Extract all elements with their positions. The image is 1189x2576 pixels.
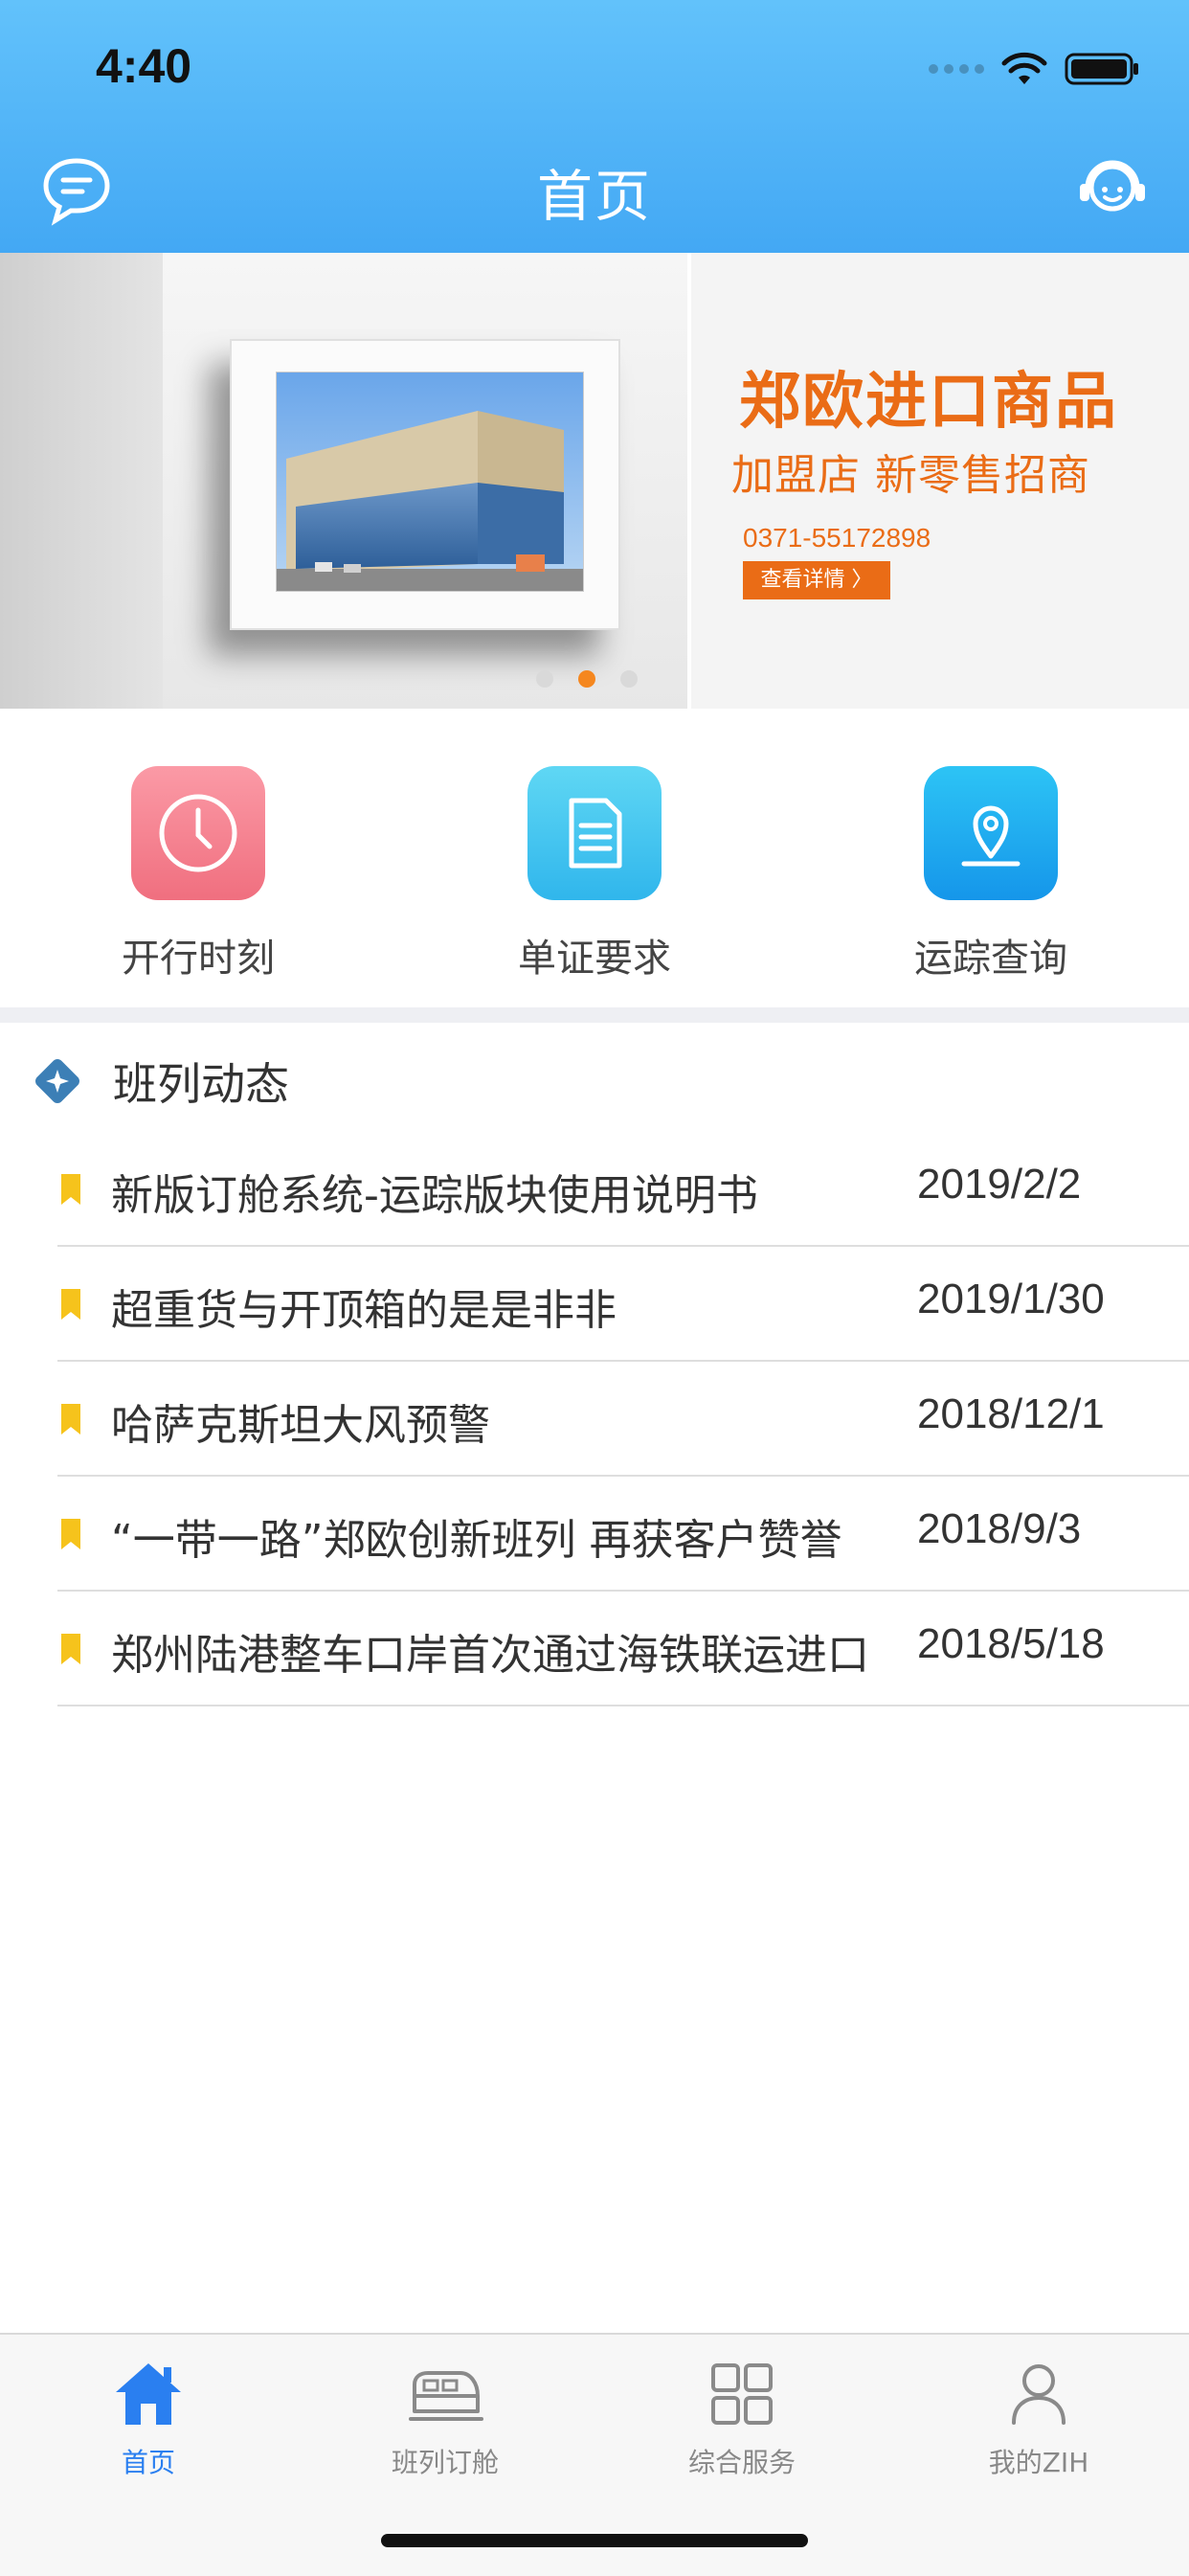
bookmark-icon	[61, 1174, 80, 1205]
carousel-indicator[interactable]	[536, 670, 638, 688]
grid-icon	[594, 2358, 890, 2430]
quick-action-tracking[interactable]: 运踪查询	[847, 766, 1134, 983]
user-icon	[890, 2358, 1187, 2430]
bookmark-icon	[61, 1634, 80, 1664]
carousel-dot[interactable]	[620, 670, 638, 688]
news-header: 班列动态	[29, 1050, 289, 1113]
tab-label: 我的ZIH	[988, 2447, 1089, 2478]
wifi-icon	[1001, 52, 1047, 84]
news-date: 2019/2/2	[917, 1161, 1082, 1208]
tab-profile[interactable]: 我的ZIH	[890, 2358, 1187, 2480]
bookmark-icon	[61, 1289, 80, 1320]
quick-action-label: 运踪查询	[914, 937, 1067, 981]
building-image	[276, 372, 584, 592]
tab-train-booking[interactable]: 班列订舱	[297, 2358, 594, 2480]
quick-actions: 开行时刻 单证要求 运踪查询	[0, 709, 1189, 1007]
news-title: 新版订舱系统-运踪版块使用说明书	[111, 1171, 758, 1220]
quick-action-label: 单证要求	[518, 937, 671, 981]
customer-service-icon[interactable]	[1074, 151, 1151, 228]
document-icon	[527, 766, 662, 900]
home-indicator[interactable]	[381, 2534, 808, 2547]
news-item[interactable]: 新版订舱系统-运踪版块使用说明书 2019/2/2	[0, 1132, 1189, 1247]
tab-label: 首页	[121, 2447, 175, 2478]
news-date: 2019/1/30	[917, 1276, 1105, 1322]
news-item[interactable]: 哈萨克斯坦大风预警 2018/12/1	[0, 1362, 1189, 1477]
tab-label: 综合服务	[687, 2447, 796, 2478]
banner-title: 郑欧进口商品	[739, 367, 1118, 438]
promo-banner[interactable]: 郑欧进口商品 加盟店 新零售招商 0371-55172898 查看详情 〉	[0, 253, 1189, 709]
news-date: 2018/9/3	[917, 1505, 1082, 1552]
news-item[interactable]: 超重货与开顶箱的是是非非 2019/1/30	[0, 1247, 1189, 1362]
cellular-signal-icon	[929, 64, 984, 74]
carousel-dot-active[interactable]	[578, 670, 595, 688]
bookmark-icon	[61, 1519, 80, 1549]
quick-action-schedule[interactable]: 开行时刻	[55, 766, 342, 983]
tab-label: 班列订舱	[391, 2447, 499, 2478]
tab-home[interactable]: 首页	[0, 2358, 297, 2480]
news-title: 郑州陆港整车口岸首次通过海铁联运进口	[111, 1631, 869, 1680]
news-item[interactable]: “一带一路”郑欧创新班列 再获客户赞誉 2018/9/3	[0, 1477, 1189, 1592]
news-date: 2018/5/18	[917, 1620, 1105, 1667]
quick-action-documents[interactable]: 单证要求	[451, 766, 738, 983]
news-section-title: 班列动态	[113, 1058, 289, 1110]
quick-action-label: 开行时刻	[122, 937, 275, 981]
home-icon	[0, 2358, 297, 2430]
section-divider	[0, 1007, 1189, 1023]
news-title: “一带一路”郑欧创新班列 再获客户赞誉	[111, 1516, 842, 1565]
banner-details-button[interactable]: 查看详情 〉	[743, 561, 890, 599]
status-indicators	[929, 52, 1141, 86]
bookmark-icon	[61, 1404, 80, 1435]
status-time: 4:40	[96, 39, 192, 93]
page-title: 首页	[536, 164, 652, 229]
clock-icon	[131, 766, 265, 900]
train-icon	[297, 2358, 594, 2430]
news-title: 超重货与开顶箱的是是非非	[111, 1286, 617, 1335]
banner-subtitle: 加盟店 新零售招商	[731, 451, 1090, 500]
banner-picture-frame	[230, 339, 620, 630]
app-header: 4:40 首页	[0, 0, 1189, 253]
news-title: 哈萨克斯坦大风预警	[111, 1401, 490, 1450]
banner-phone: 0371-55172898	[743, 523, 931, 553]
news-item[interactable]: 郑州陆港整车口岸首次通过海铁联运进口 2018/5/18	[0, 1592, 1189, 1706]
banner-text-panel: 郑欧进口商品 加盟店 新零售招商 0371-55172898 查看详情 〉	[691, 253, 1189, 709]
location-icon	[924, 766, 1058, 900]
battery-icon	[1065, 53, 1138, 85]
diamond-star-icon	[35, 1059, 79, 1103]
tab-services[interactable]: 综合服务	[594, 2358, 890, 2480]
carousel-dot[interactable]	[536, 670, 553, 688]
news-date: 2018/12/1	[917, 1390, 1105, 1437]
